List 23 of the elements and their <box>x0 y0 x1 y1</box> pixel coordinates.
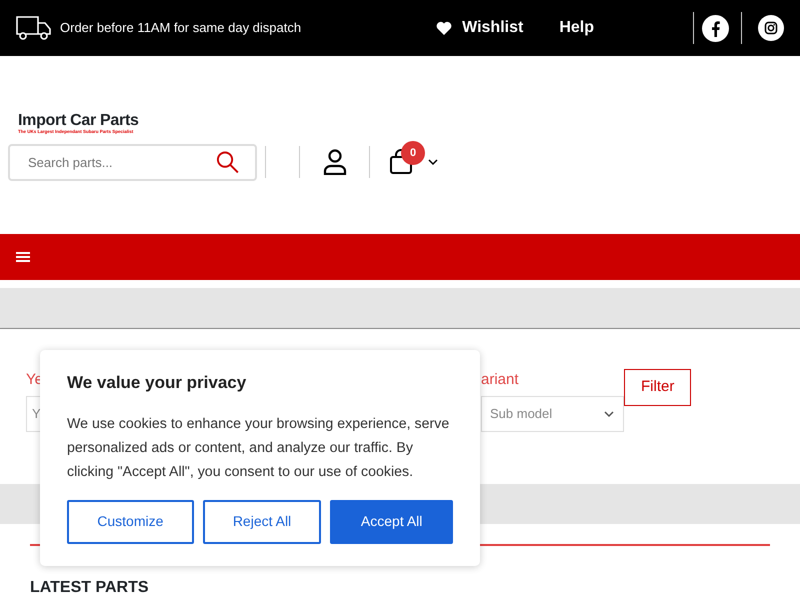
truck-icon <box>16 15 52 41</box>
heart-icon <box>436 21 452 35</box>
filter-label: ariant <box>481 370 520 390</box>
search-field[interactable]: Search parts... <box>8 144 257 181</box>
facebook-icon[interactable] <box>702 14 729 42</box>
cookie-option-button[interactable]: Customize <box>67 500 194 544</box>
dispatch-note: Order before 11AM for same day dispatch <box>60 19 302 38</box>
cookie-option-button[interactable]: Reject All <box>202 500 322 544</box>
top-bar-link[interactable]: Help <box>559 16 594 40</box>
shopping-bag-icon[interactable] <box>389 149 415 176</box>
filter-button[interactable]: Filter <box>624 369 692 406</box>
cookie-banner-title: We value your privacy <box>67 372 248 394</box>
search-icon[interactable] <box>216 150 239 174</box>
cart-count-badge: 0 <box>401 141 425 166</box>
account-icon[interactable] <box>323 149 347 176</box>
logo-title[interactable]: Import Car Parts <box>18 113 792 129</box>
filter-select[interactable]: Sub model <box>481 396 624 432</box>
top-bar-link[interactable]: Wishlist <box>436 16 524 40</box>
cookie-banner-text: We use cookies to enhance your browsing experience, serve personalized ads or content, and analyze our traffic. By clicking "Accept All", you consent to our use of cookies. <box>67 414 450 482</box>
menu-icon[interactable] <box>16 251 30 263</box>
section-title: LATEST PARTS <box>30 580 150 596</box>
cookie-accept-button[interactable]: Accept All <box>330 500 453 544</box>
instagram-icon[interactable] <box>758 15 784 41</box>
